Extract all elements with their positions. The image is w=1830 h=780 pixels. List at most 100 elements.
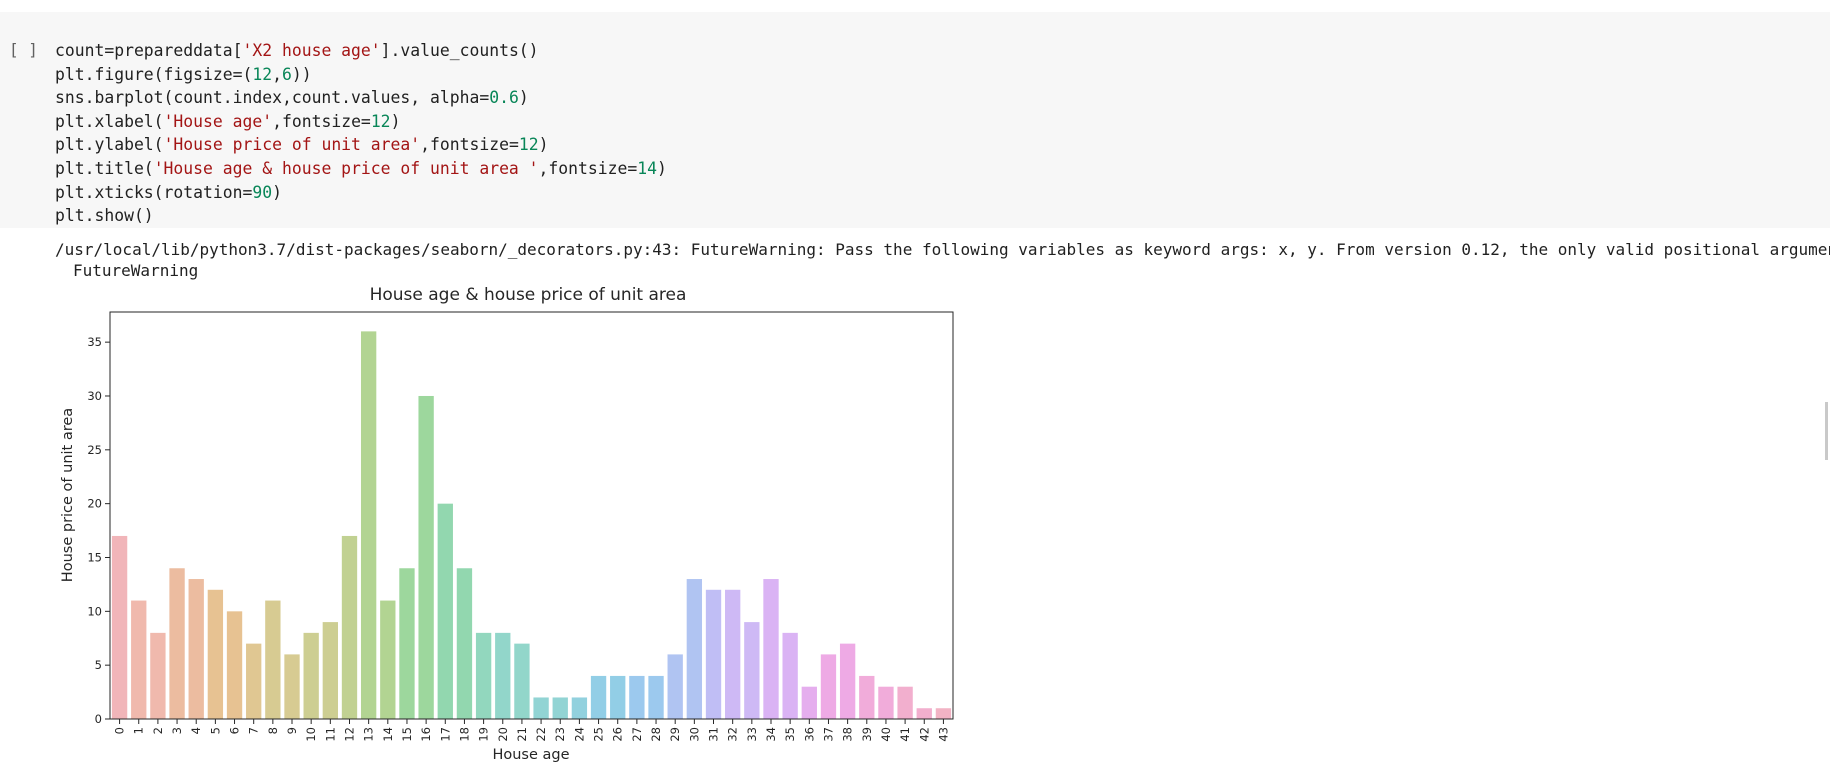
code-token: ,: [272, 64, 282, 84]
bar-23: [552, 697, 568, 719]
bar-5: [207, 589, 224, 719]
x-tick-label: 40: [879, 727, 893, 742]
bar-17: [437, 503, 453, 719]
bar-8: [265, 600, 281, 719]
bar-41: [897, 686, 913, 719]
bar-3: [169, 568, 185, 719]
run-cell-button[interactable]: [ ]: [9, 40, 38, 59]
x-tick-label: 23: [553, 727, 567, 742]
code-cell[interactable]: [ ] count=prepareddata['X2 house age'].v…: [0, 12, 1830, 228]
bars-group: [111, 331, 952, 719]
bar-9: [284, 654, 300, 719]
bar-7: [246, 643, 262, 719]
code-line[interactable]: plt.figure(figsize=(12,6)): [55, 65, 312, 84]
code-token: ): [538, 135, 549, 155]
bar-12: [341, 535, 358, 719]
code-token: plt.show(): [55, 206, 154, 226]
y-tick-label: 20: [87, 497, 102, 511]
x-tick-label: 43: [936, 727, 950, 742]
x-tick-label: 14: [381, 727, 395, 742]
bar-13: [360, 331, 377, 719]
code-number: 12: [252, 64, 273, 84]
code-line[interactable]: plt.xlabel('House age',fontsize=12): [55, 112, 400, 131]
y-tick-label: 35: [87, 335, 102, 349]
x-tick-label: 18: [457, 727, 471, 742]
bar-30: [686, 579, 703, 719]
scrollbar-thumb[interactable]: [1825, 402, 1828, 460]
bar-35: [782, 632, 798, 719]
x-tick-label: 37: [821, 727, 835, 742]
x-tick-label: 24: [572, 727, 586, 742]
code-number: 0.6: [489, 88, 519, 108]
x-tick-label: 1: [132, 727, 146, 734]
code-string: 'House age': [163, 111, 273, 131]
bar-38: [839, 643, 856, 719]
bar-43: [935, 708, 952, 719]
bar-14: [380, 600, 396, 719]
chart-title: House age & house price of unit area: [370, 285, 687, 305]
code-token: plt.ylabel(: [55, 135, 164, 155]
x-tick-label: 12: [342, 727, 356, 742]
y-tick-label: 30: [87, 389, 102, 403]
code-token: ): [518, 88, 529, 108]
x-tick-label: 17: [438, 727, 452, 742]
x-tick-label: 15: [400, 727, 414, 742]
bar-37: [820, 654, 837, 719]
x-tick-label: 13: [362, 727, 376, 742]
bar-24: [571, 697, 588, 719]
bar-27: [629, 675, 645, 719]
y-tick-label: 10: [87, 604, 102, 618]
x-tick-label: 25: [592, 727, 606, 742]
code-line[interactable]: plt.ylabel('House price of unit area',fo…: [55, 135, 548, 154]
bar-chart: House age & house price of unit area Hou…: [60, 285, 954, 763]
x-tick-label: 20: [496, 727, 510, 742]
bar-6: [226, 611, 243, 719]
x-tick-label: 22: [534, 727, 548, 742]
x-tick-label: 4: [189, 727, 203, 734]
bar-15: [399, 568, 415, 719]
x-tick-label: 41: [898, 727, 912, 742]
x-tick-label: 35: [783, 727, 797, 742]
code-number: 12: [370, 111, 391, 131]
code-line[interactable]: plt.show(): [55, 206, 154, 225]
code-line[interactable]: plt.xticks(rotation=90): [55, 183, 282, 202]
code-string: 'X2 house age': [242, 41, 381, 60]
x-tick-label: 2: [151, 727, 165, 734]
bar-42: [916, 708, 932, 719]
x-tick-label: 39: [860, 727, 874, 742]
x-tick-label: 10: [304, 727, 318, 742]
bar-19: [475, 632, 492, 719]
code-token: ,fontsize=: [538, 158, 638, 178]
code-string: 'House age & house price of unit area ': [153, 158, 539, 178]
code-token: )): [291, 64, 312, 84]
x-tick-label: 11: [323, 727, 337, 742]
bar-32: [725, 589, 741, 719]
y-tick-label: 0: [95, 712, 102, 726]
code-token: plt.figure(figsize=(: [55, 64, 253, 84]
code-token: ,fontsize=: [272, 111, 371, 131]
x-tick-label: 31: [707, 727, 721, 742]
warning-output: /usr/local/lib/python3.7/dist-packages/s…: [55, 239, 1830, 281]
bar-2: [150, 632, 166, 719]
code-line[interactable]: sns.barplot(count.index,count.values, al…: [55, 88, 529, 107]
code-string: 'House price of unit area': [163, 135, 421, 155]
code-line[interactable]: count=prepareddata['X2 house age'].value…: [55, 41, 539, 60]
code-line[interactable]: plt.title('House age & house price of un…: [55, 159, 667, 178]
x-tick-label: 0: [113, 727, 127, 734]
y-tick-label: 15: [87, 550, 102, 564]
x-tick-label: 6: [228, 727, 242, 734]
x-tick-label: 38: [841, 727, 855, 742]
code-token: plt.xlabel(: [55, 111, 164, 131]
bar-25: [590, 675, 607, 719]
bar-39: [859, 675, 875, 719]
bar-1: [131, 600, 147, 719]
warning-line: /usr/local/lib/python3.7/dist-packages/s…: [55, 240, 1830, 259]
x-tick-label: 9: [285, 727, 299, 734]
code-editor[interactable]: count=prepareddata['X2 house age'].value…: [55, 39, 667, 228]
code-number: 90: [252, 182, 273, 202]
x-tick-label: 5: [208, 727, 222, 734]
warning-type: FutureWarning: [73, 261, 199, 280]
code-token: count=prepareddata[: [55, 41, 243, 60]
bar-36: [801, 686, 817, 719]
bar-18: [456, 568, 473, 719]
